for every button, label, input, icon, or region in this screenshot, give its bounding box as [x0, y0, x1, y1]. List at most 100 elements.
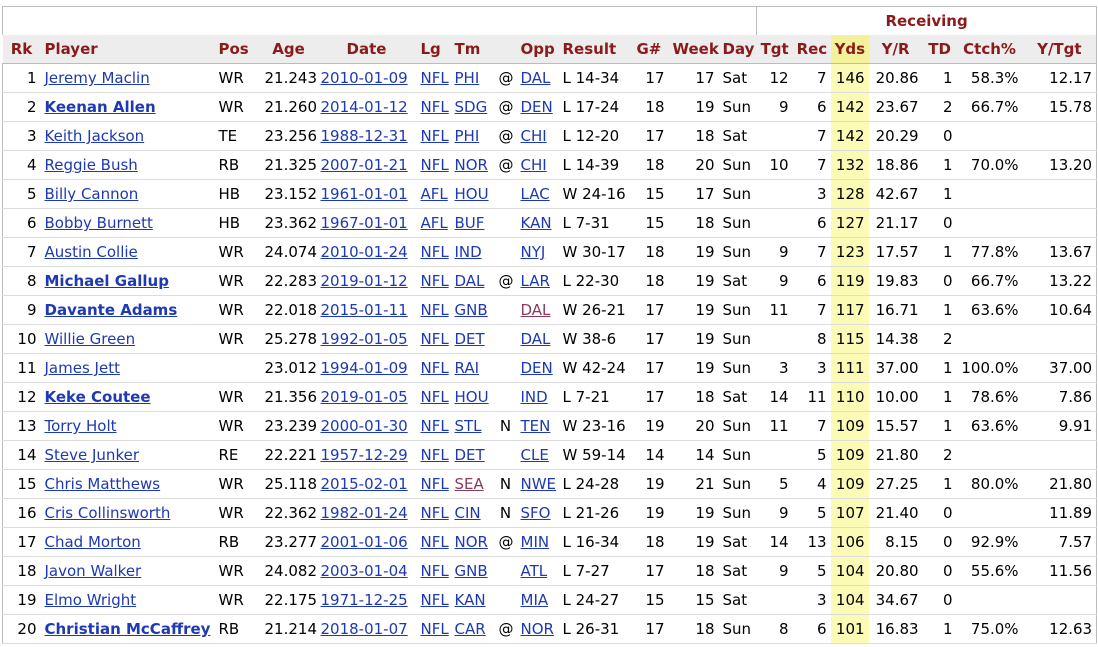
opponent-link[interactable]: DEN	[521, 98, 553, 116]
col-header-y-r[interactable]: Y/R	[868, 35, 923, 64]
opponent-link[interactable]: CLE	[521, 446, 549, 464]
player-link[interactable]: Billy Cannon	[45, 185, 139, 203]
col-header-rk[interactable]: Rk	[2, 35, 41, 64]
player-link[interactable]: Cris Collinsworth	[45, 504, 171, 522]
player-link[interactable]: Jeremy Maclin	[45, 69, 150, 87]
col-header-td[interactable]: TD	[922, 35, 957, 64]
date-link[interactable]: 2015-01-11	[321, 301, 408, 319]
opponent-link[interactable]: LAC	[521, 185, 550, 203]
league-link[interactable]: NFL	[421, 475, 449, 493]
date-link[interactable]: 2019-01-05	[321, 388, 408, 406]
team-link[interactable]: DAL	[455, 272, 485, 290]
col-header-pos[interactable]: Pos	[214, 35, 261, 64]
opponent-link[interactable]: DAL	[521, 69, 551, 87]
team-link[interactable]: KAN	[455, 591, 486, 609]
date-link[interactable]: 2003-01-04	[321, 562, 408, 580]
team-link[interactable]: CIN	[455, 504, 481, 522]
league-link[interactable]: NFL	[421, 272, 449, 290]
league-link[interactable]: NFL	[421, 359, 449, 377]
col-header-y-tgt[interactable]: Y/Tgt	[1022, 35, 1098, 64]
player-link[interactable]: Chris Matthews	[45, 475, 161, 493]
league-link[interactable]: AFL	[421, 185, 448, 203]
col-header-rec[interactable]: Rec	[792, 35, 831, 64]
team-link[interactable]: GNB	[455, 301, 488, 319]
league-link[interactable]: NFL	[421, 533, 449, 551]
opponent-link[interactable]: CHI	[521, 156, 547, 174]
team-link[interactable]: IND	[455, 243, 482, 261]
date-link[interactable]: 1988-12-31	[321, 127, 408, 145]
opponent-link[interactable]: ATL	[521, 562, 548, 580]
player-link[interactable]: Torry Holt	[45, 417, 117, 435]
date-link[interactable]: 2018-01-07	[321, 620, 408, 638]
league-link[interactable]: AFL	[421, 214, 448, 232]
opponent-link[interactable]: SFO	[521, 504, 551, 522]
col-header-opp[interactable]: Opp	[516, 35, 559, 64]
date-link[interactable]: 2010-01-09	[321, 69, 408, 87]
team-link[interactable]: HOU	[455, 185, 489, 203]
col-header-day[interactable]: Day	[718, 35, 757, 64]
opponent-link[interactable]: LAR	[521, 272, 550, 290]
col-header-date[interactable]: Date	[316, 35, 417, 64]
date-link[interactable]: 2019-01-12	[321, 272, 408, 290]
team-link[interactable]: NOR	[455, 533, 488, 551]
team-link[interactable]: BUF	[455, 214, 485, 232]
col-header-week[interactable]: Week	[668, 35, 719, 64]
opponent-link[interactable]: TEN	[521, 417, 551, 435]
team-link[interactable]: PHI	[455, 127, 480, 145]
team-link[interactable]: STL	[455, 417, 482, 435]
league-link[interactable]: NFL	[421, 243, 449, 261]
team-link[interactable]: HOU	[455, 388, 489, 406]
opponent-link[interactable]: DAL	[521, 330, 551, 348]
opponent-link[interactable]: MIA	[521, 591, 549, 609]
player-link[interactable]: Austin Collie	[45, 243, 138, 261]
player-link[interactable]: Keenan Allen	[45, 98, 156, 116]
opponent-link[interactable]: IND	[521, 388, 548, 406]
league-link[interactable]: NFL	[421, 620, 449, 638]
date-link[interactable]: 2014-01-12	[321, 98, 408, 116]
team-link[interactable]: NOR	[455, 156, 488, 174]
date-link[interactable]: 2000-01-30	[321, 417, 408, 435]
team-link[interactable]: RAI	[455, 359, 480, 377]
team-link[interactable]: SDG	[455, 98, 488, 116]
league-link[interactable]: NFL	[421, 69, 449, 87]
col-header-lg[interactable]: Lg	[416, 35, 451, 64]
col-header-player[interactable]: Player	[40, 35, 215, 64]
player-link[interactable]: James Jett	[45, 359, 120, 377]
player-link[interactable]: Bobby Burnett	[45, 214, 153, 232]
league-link[interactable]: NFL	[421, 562, 449, 580]
date-link[interactable]: 1982-01-24	[321, 504, 408, 522]
date-link[interactable]: 1994-01-09	[321, 359, 408, 377]
col-header-location[interactable]	[494, 35, 517, 64]
league-link[interactable]: NFL	[421, 330, 449, 348]
player-link[interactable]: Steve Junker	[45, 446, 140, 464]
date-link[interactable]: 1961-01-01	[321, 185, 408, 203]
league-link[interactable]: NFL	[421, 301, 449, 319]
date-link[interactable]: 2015-02-01	[321, 475, 408, 493]
league-link[interactable]: NFL	[421, 98, 449, 116]
col-header-yds[interactable]: Yds	[830, 35, 869, 64]
date-link[interactable]: 2007-01-21	[321, 156, 408, 174]
team-link[interactable]: GNB	[455, 562, 488, 580]
player-link[interactable]: Michael Gallup	[45, 272, 169, 290]
league-link[interactable]: NFL	[421, 446, 449, 464]
player-link[interactable]: Javon Walker	[45, 562, 142, 580]
col-header-tgt[interactable]: Tgt	[756, 35, 793, 64]
opponent-link[interactable]: MIN	[521, 533, 550, 551]
date-link[interactable]: 2001-01-06	[321, 533, 408, 551]
opponent-link[interactable]: NYJ	[521, 243, 546, 261]
team-link[interactable]: DET	[455, 330, 485, 348]
col-header-tm[interactable]: Tm	[450, 35, 495, 64]
date-link[interactable]: 1971-12-25	[321, 591, 408, 609]
date-link[interactable]: 2010-01-24	[321, 243, 408, 261]
league-link[interactable]: NFL	[421, 127, 449, 145]
opponent-link[interactable]: NOR	[521, 620, 554, 638]
league-link[interactable]: NFL	[421, 504, 449, 522]
opponent-link[interactable]: CHI	[521, 127, 547, 145]
league-link[interactable]: NFL	[421, 156, 449, 174]
col-header-ctch-pct[interactable]: Ctch%	[956, 35, 1023, 64]
opponent-link[interactable]: NWE	[521, 475, 557, 493]
player-link[interactable]: Davante Adams	[45, 301, 178, 319]
team-link[interactable]: DET	[455, 446, 485, 464]
opponent-link[interactable]: DEN	[521, 359, 553, 377]
opponent-link[interactable]: DAL	[521, 301, 551, 319]
